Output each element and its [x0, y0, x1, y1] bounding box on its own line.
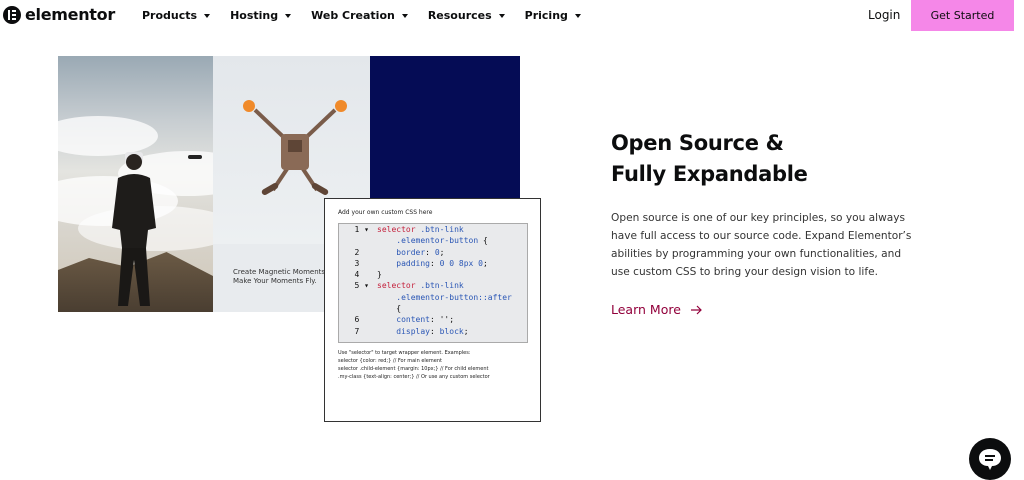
line-number: 4	[354, 270, 369, 280]
note-line: .my-class {text-align: center;} // Or us…	[338, 374, 490, 380]
code-text: border: 0;	[396, 247, 445, 257]
elementor-logo-icon	[3, 5, 21, 24]
chevron-down-icon	[401, 13, 408, 18]
code-text: content: '';	[396, 315, 455, 325]
code-text: selector .btn-link	[377, 281, 464, 291]
chat-button[interactable]	[969, 438, 1011, 480]
code-line: 5 ▾ selector .btn-link	[339, 280, 527, 291]
code-text: padding: 0 0 8px 0;	[396, 258, 488, 268]
code-line: 7 display: block;	[339, 326, 527, 337]
line-number: 5 ▾	[354, 281, 369, 291]
menu-item-label: Products	[142, 9, 198, 22]
css-editor-title: Add your own custom CSS here	[338, 209, 433, 216]
section-description: Open source is one of our key principles…	[611, 212, 912, 278]
code-text: display: block;	[396, 326, 469, 336]
learn-more-link[interactable]: Learn More	[611, 302, 703, 317]
heading-line: Fully Expandable	[611, 162, 808, 186]
menu-item-pricing[interactable]: Pricing	[525, 9, 581, 22]
learn-more-label: Learn More	[611, 302, 681, 317]
chevron-down-icon	[285, 13, 292, 18]
menu-item-hosting[interactable]: Hosting	[230, 9, 292, 22]
custom-css-editor-card: Add your own custom CSS here 1 ▾ selector…	[324, 198, 541, 422]
line-number: 7	[354, 326, 369, 336]
arrow-right-icon	[690, 305, 702, 314]
login-link[interactable]: Login	[868, 8, 900, 22]
code-line: 1 ▾ selector .btn-link	[339, 224, 527, 235]
drone-image	[243, 100, 347, 195]
css-editor-notes: Use "selector" to target wrapper element…	[338, 349, 490, 381]
line-number: 1 ▾	[354, 225, 369, 234]
code-line: {	[339, 303, 527, 314]
css-code-editor[interactable]: 1 ▾ selector .btn-link .elementor-button …	[338, 223, 528, 343]
menu-item-products[interactable]: Products	[142, 9, 211, 22]
note-line: selector .child-element {margin: 10px;} …	[338, 366, 489, 372]
chevron-down-icon	[498, 13, 505, 18]
section-heading: Open Source & Fully Expandable	[611, 128, 808, 190]
menu-item-label: Resources	[427, 9, 492, 22]
main-menu: Products Hosting Web Creation Resources …	[142, 9, 601, 22]
code-line: 4 }	[339, 269, 527, 280]
code-line: .elementor-button::after	[339, 292, 527, 303]
menu-item-resources[interactable]: Resources	[428, 9, 505, 22]
code-text: }	[377, 270, 382, 280]
person-silhouette-image	[112, 152, 156, 306]
small-drone-image	[188, 155, 202, 159]
code-text: selector .btn-link	[377, 225, 464, 234]
code-line: 2 border: 0;	[339, 247, 527, 258]
line-number: 2	[354, 247, 369, 257]
chevron-down-icon	[204, 13, 211, 18]
top-navigation: elementor Products Hosting Web Creation …	[0, 0, 1024, 31]
note-line: Use "selector" to target wrapper element…	[338, 350, 471, 356]
elementor-logo[interactable]: elementor	[3, 5, 115, 24]
code-line: 6 content: '';	[339, 314, 527, 325]
code-text: .elementor-button::after	[396, 292, 512, 302]
code-line: 3 padding: 0 0 8px 0;	[339, 258, 527, 269]
logo-text: elementor	[25, 5, 115, 24]
line-number: 6	[354, 315, 369, 325]
menu-item-label: Web Creation	[311, 9, 395, 22]
code-line: .elementor-button {	[339, 235, 527, 246]
line-number: 3	[354, 258, 369, 268]
note-line: selector {color: red;} // For main eleme…	[338, 358, 442, 364]
code-text: .elementor-button {	[396, 236, 488, 246]
menu-item-label: Hosting	[230, 9, 279, 22]
heading-line: Open Source &	[611, 131, 784, 155]
code-text: {	[377, 304, 402, 314]
get-started-button[interactable]: Get Started	[911, 0, 1014, 31]
chevron-down-icon	[574, 13, 581, 18]
menu-item-label: Pricing	[524, 9, 568, 22]
menu-item-web-creation[interactable]: Web Creation	[311, 9, 408, 22]
chat-bubble-icon	[979, 449, 1001, 470]
